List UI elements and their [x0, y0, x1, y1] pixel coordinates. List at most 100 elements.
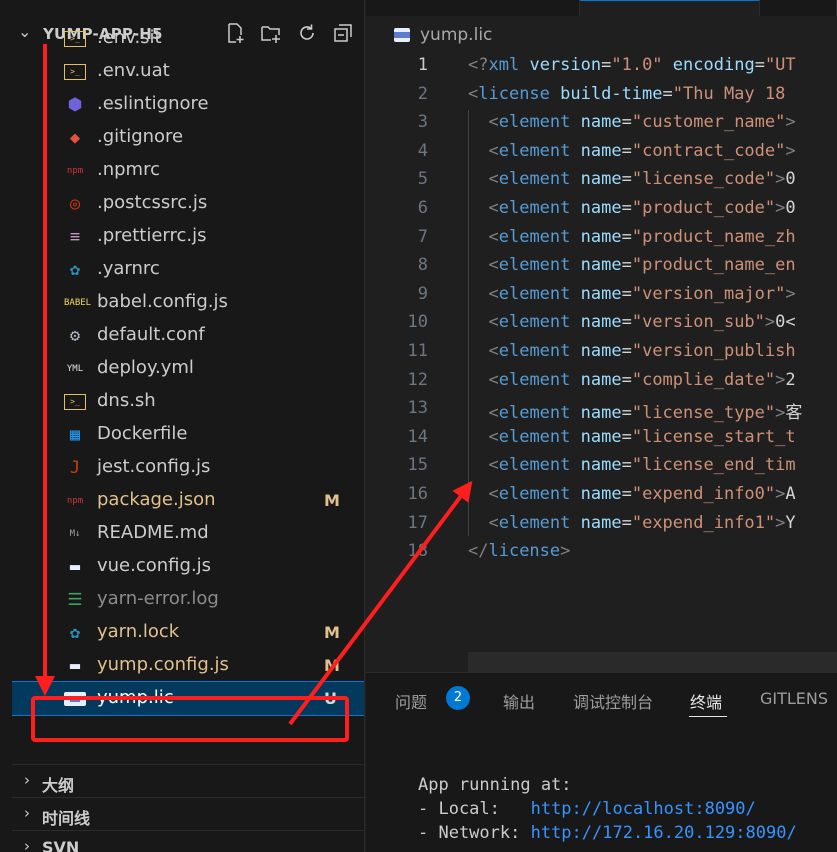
- code-token: <: [488, 255, 499, 276]
- code-line[interactable]: 12 <element name="complie_date">2: [366, 367, 837, 395]
- outline-section[interactable]: › 大纲: [12, 764, 364, 797]
- code-token: <: [488, 403, 499, 424]
- code-token: element: [498, 255, 571, 276]
- network-url-link[interactable]: http://172.16.20.129:8090/: [531, 823, 797, 843]
- svn-section[interactable]: › SVN: [12, 830, 364, 852]
- code-token: >: [764, 312, 776, 333]
- section-title: SVN: [42, 838, 80, 852]
- code-token: <: [488, 512, 499, 533]
- editor-tab[interactable]: [760, 0, 837, 16]
- code-line[interactable]: 13 <element name="license_type">客: [366, 395, 837, 423]
- terminal-output[interactable]: App running at: - Local: http://localhost…: [418, 773, 797, 845]
- local-url-link[interactable]: http://localhost:8090/: [531, 799, 756, 819]
- code-token: =: [621, 226, 632, 247]
- local-label: - Local:: [418, 799, 531, 819]
- editor-tab[interactable]: [366, 0, 580, 16]
- code-line[interactable]: 2 <license build-time="Thu May 18: [366, 81, 837, 109]
- file-name: yump.config.js: [97, 654, 229, 675]
- code-token: <?: [468, 55, 489, 75]
- code-line[interactable]: 10 <element name="version_sub">0<: [366, 309, 837, 337]
- code-line[interactable]: 6 <element name="product_code">0: [366, 195, 837, 223]
- code-line[interactable]: 16 <element name="expend_info0">A: [366, 481, 837, 509]
- file-item[interactable]: >_ dns.sh: [12, 385, 364, 418]
- line-number: 4: [417, 140, 428, 161]
- terminal-file-icon: >_: [64, 31, 86, 47]
- file-item[interactable]: >_ .env.uat: [12, 55, 364, 88]
- code-line[interactable]: 9 <element name="version_major">: [366, 281, 837, 309]
- file-item[interactable]: ◆ .gitignore: [12, 121, 364, 154]
- file-name: .env.sit: [97, 27, 162, 48]
- code-token: name: [580, 312, 622, 333]
- editor-tab-active[interactable]: [580, 0, 760, 16]
- file-item[interactable]: ☰ yarn-error.log: [12, 583, 364, 616]
- code-line[interactable]: 5 <element name="license_code">0: [366, 166, 837, 194]
- code-line[interactable]: 7 <element name="product_name_zh: [366, 224, 837, 252]
- file-item[interactable]: ✿ .yarnrc: [12, 253, 364, 286]
- code-token: =: [754, 55, 765, 75]
- line-number: 13: [407, 398, 428, 419]
- npm-icon: npm: [66, 166, 84, 176]
- code-token: >: [560, 541, 571, 562]
- breadcrumb[interactable]: yump.lic: [392, 22, 492, 48]
- file-name: yump.lic: [97, 687, 174, 708]
- code-token: build-time: [560, 83, 663, 104]
- file-item[interactable]: ▦ Dockerfile: [12, 418, 364, 451]
- code-line[interactable]: 4 <element name="contract_code">: [366, 138, 837, 166]
- file-item[interactable]: ≡ .prettierrc.js: [12, 220, 364, 253]
- code-token: element: [498, 484, 571, 504]
- file-item[interactable]: ⚙ default.conf: [12, 319, 364, 352]
- timeline-section[interactable]: › 时间线: [12, 797, 364, 830]
- file-item[interactable]: Jjest.config.js: [12, 451, 364, 484]
- code-line[interactable]: 3 <element name="customer_name">: [366, 109, 837, 137]
- file-item[interactable]: ⬢ .eslintignore: [12, 88, 364, 121]
- code-token: =: [621, 484, 632, 504]
- postcss-icon: ◎: [69, 194, 81, 214]
- code-line[interactable]: 18 </license>: [366, 538, 837, 566]
- tab-gitlens[interactable]: GITLENS: [760, 689, 828, 708]
- file-item[interactable]: M↓ README.md: [12, 517, 364, 550]
- problems-count-badge: 2: [446, 686, 470, 710]
- code-token: >: [775, 369, 786, 390]
- code-line[interactable]: 1 <?xml version="1.0" encoding="UT: [366, 52, 837, 80]
- code-token: >: [785, 283, 796, 304]
- config-file-icon: ▬: [69, 557, 81, 577]
- terminal-line: - Network: http://172.16.20.129:8090/: [418, 821, 797, 845]
- code-token: "UT: [764, 55, 796, 75]
- code-token: =: [621, 312, 632, 333]
- code-token: "contract_code": [631, 140, 786, 161]
- file-item[interactable]: BABEL babel.config.js: [12, 286, 364, 319]
- file-item[interactable]: ▬ vue.config.js: [12, 550, 364, 583]
- tab-terminal[interactable]: 终端: [690, 689, 722, 713]
- tab-debug-console[interactable]: 调试控制台: [573, 689, 653, 713]
- section-title: 大纲: [42, 776, 75, 795]
- file-item[interactable]: YML deploy.yml: [12, 352, 364, 385]
- file-name: .env.uat: [97, 60, 170, 81]
- code-line[interactable]: 17 <element name="expend_info1">Y: [366, 510, 837, 538]
- file-item[interactable]: npm package.json M: [12, 484, 364, 517]
- file-item[interactable]: ▬ yump.config.js M: [12, 649, 364, 682]
- file-item[interactable]: ◎ .postcssrc.js: [12, 187, 364, 220]
- tab-output[interactable]: 输出: [503, 689, 535, 713]
- file-item[interactable]: ▬ yump.lic U: [12, 681, 364, 716]
- line-number: 17: [407, 512, 428, 533]
- code-line[interactable]: 15 <element name="license_end_tim: [366, 452, 837, 480]
- code-token: "expend_info0": [631, 484, 776, 504]
- file-item[interactable]: ✿ yarn.lock M: [12, 616, 364, 649]
- file-item[interactable]: >_ .env.sit: [12, 22, 364, 55]
- file-name: package.json: [97, 489, 216, 510]
- code-line[interactable]: 11 <element name="version_publish: [366, 338, 837, 366]
- code-text: <?xml version="1.0" encoding="UT: [468, 55, 796, 75]
- tab-problems[interactable]: 问题: [395, 689, 427, 713]
- code-line[interactable]: 14 <element name="license_start_t: [366, 424, 837, 452]
- terminal-line: App running at:: [418, 775, 572, 795]
- git-status-badge: M: [324, 656, 340, 675]
- file-item[interactable]: npm .npmrc: [12, 154, 364, 187]
- gear-icon: ⚙: [69, 326, 81, 346]
- code-line[interactable]: 8 <element name="product_name_en: [366, 252, 837, 280]
- horizontal-scrollbar[interactable]: [468, 652, 837, 672]
- code-token: license: [478, 83, 550, 104]
